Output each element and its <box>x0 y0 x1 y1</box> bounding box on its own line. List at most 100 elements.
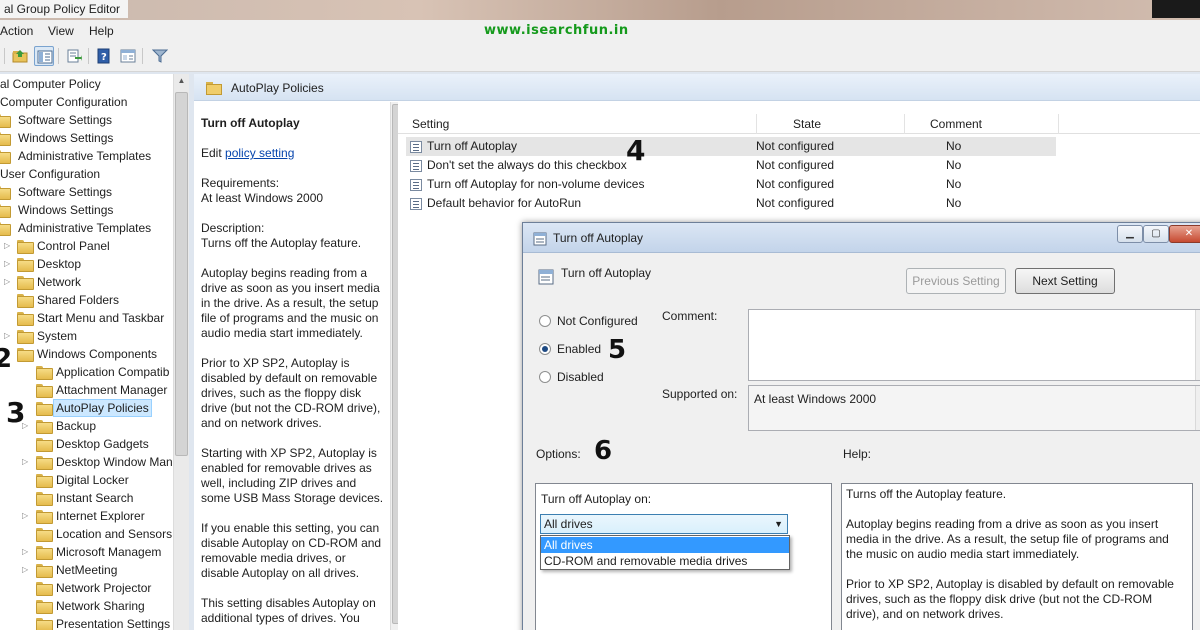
folder-icon <box>36 510 53 524</box>
folder-icon <box>36 456 53 470</box>
toolbar-separator <box>88 48 89 64</box>
chevron-down-icon[interactable]: ▼ <box>774 515 783 533</box>
table-row[interactable]: Default behavior for AutoRun Not configu… <box>406 194 1056 213</box>
radio-button[interactable] <box>539 343 551 355</box>
policy-setting-icon <box>410 198 422 210</box>
dialog-title-bar[interactable]: Turn off Autoplay ▁ ▢ ✕ <box>523 223 1200 253</box>
requirements: Requirements: At least Windows 2000 <box>201 176 324 205</box>
folder-icon <box>36 420 53 434</box>
expand-arrow-icon[interactable]: ▷ <box>4 255 14 273</box>
policy-dialog: Turn off Autoplay ▁ ▢ ✕ Turn off Autopla… <box>522 222 1200 630</box>
policy-setting-icon <box>410 179 422 191</box>
drive-select-value: All drives <box>544 517 593 531</box>
help-paragraph: Prior to XP SP2, Autoplay is disabled by… <box>846 577 1174 621</box>
column-divider[interactable] <box>904 114 905 134</box>
scroll-up-icon[interactable]: ▲ <box>174 74 189 88</box>
options-label: Options: <box>536 447 581 461</box>
folder-icon <box>0 186 11 200</box>
dropdown-option[interactable]: All drives <box>541 537 789 553</box>
filter-button[interactable] <box>150 46 170 66</box>
window-title-bar: al Group Policy Editor <box>0 0 1200 20</box>
column-divider[interactable] <box>756 114 757 134</box>
export-list-button[interactable] <box>64 46 84 66</box>
comment-scrollbar[interactable]: ▲▼ <box>1195 310 1200 380</box>
minimize-button[interactable]: ▁ <box>1117 225 1143 243</box>
edit-line: Edit policy setting <box>201 146 295 160</box>
column-state[interactable]: State <box>793 117 821 131</box>
column-divider[interactable] <box>1058 114 1059 134</box>
description-paragraph: If you enable this setting, you can disa… <box>201 521 382 580</box>
previous-setting-button[interactable]: Previous Setting <box>906 268 1006 294</box>
dropdown-option[interactable]: CD-ROM and removable media drives <box>541 553 789 569</box>
supported-on-value: At least Windows 2000 <box>754 392 877 406</box>
folder-icon <box>0 204 11 218</box>
website-watermark: www.isearchfun.in <box>484 23 629 38</box>
properties-button[interactable] <box>118 46 138 66</box>
description-paragraph: Starting with XP SP2, Autoplay is enable… <box>201 446 384 505</box>
scroll-up-icon[interactable]: ▲ <box>1196 392 1200 399</box>
expand-arrow-icon[interactable]: ▷ <box>4 237 14 255</box>
show-hide-tree-button[interactable] <box>34 46 54 66</box>
filter-icon <box>152 49 168 63</box>
drive-select[interactable]: All drives ▼ <box>540 514 788 534</box>
navigation-tree: al Computer Policy Computer Configuratio… <box>0 74 173 630</box>
folder-icon <box>36 528 53 542</box>
dialog-heading: Turn off Autoplay <box>561 266 652 280</box>
dialog-title: Turn off Autoplay <box>553 231 644 245</box>
comment-field[interactable]: ▲▼ <box>748 309 1200 381</box>
expand-arrow-icon[interactable]: ▷ <box>22 507 32 525</box>
help-icon: ? <box>97 48 110 64</box>
scrollbar-thumb[interactable] <box>175 92 188 456</box>
column-comment[interactable]: Comment <box>930 117 982 131</box>
close-button[interactable]: ✕ <box>1169 225 1200 243</box>
menu-action[interactable]: Action <box>0 24 33 38</box>
folder-icon <box>17 240 34 254</box>
policy-setting-icon <box>410 160 422 172</box>
table-row[interactable]: Don't set the always do this checkbox No… <box>406 156 1056 175</box>
toolbar-separator <box>142 48 143 64</box>
policy-setting-icon <box>533 232 547 246</box>
radio-button[interactable] <box>539 371 551 383</box>
folder-icon <box>17 312 34 326</box>
help-text-panel: Turns off the Autoplay feature. Autoplay… <box>841 483 1193 630</box>
policy-setting-link[interactable]: policy setting <box>225 146 294 160</box>
folder-icon <box>17 276 34 290</box>
details-header: AutoPlay Policies <box>194 74 1200 101</box>
show-hide-tree-icon <box>37 50 53 64</box>
radio-button[interactable] <box>539 315 551 327</box>
menu-view[interactable]: View <box>48 24 74 38</box>
folder-icon <box>0 222 11 236</box>
table-row[interactable]: Turn off Autoplay Not configured No <box>406 137 1056 156</box>
policy-setting-icon <box>538 269 554 285</box>
next-setting-button[interactable]: Next Setting <box>1015 268 1115 294</box>
folder-icon <box>17 258 34 272</box>
details-title: AutoPlay Policies <box>231 81 324 95</box>
folder-icon <box>36 384 53 398</box>
maximize-button[interactable]: ▢ <box>1143 225 1169 243</box>
description-paragraph: This setting disables Autoplay on additi… <box>201 596 376 625</box>
folder-icon <box>17 348 34 362</box>
table-row[interactable]: Turn off Autoplay for non-volume devices… <box>406 175 1056 194</box>
tree-scrollbar[interactable]: ▲ <box>173 74 189 630</box>
expand-arrow-icon[interactable]: ▷ <box>22 543 32 561</box>
expand-arrow-icon[interactable]: ▷ <box>4 273 14 291</box>
folder-icon <box>17 330 34 344</box>
folder-icon <box>36 492 53 506</box>
scroll-down-icon[interactable]: ▼ <box>1196 367 1200 374</box>
expand-arrow-icon[interactable]: ▷ <box>22 453 32 471</box>
supported-scrollbar[interactable]: ▲ <box>1195 386 1200 430</box>
toolbar-separator <box>4 48 5 64</box>
column-setting[interactable]: Setting <box>412 117 449 131</box>
help-label: Help: <box>843 447 872 461</box>
help-button[interactable]: ? <box>94 46 114 66</box>
menu-help[interactable]: Help <box>89 24 114 38</box>
up-folder-button[interactable] <box>10 46 30 66</box>
comment-label: Comment: <box>662 309 718 323</box>
description-paragraph: Prior to XP SP2, Autoplay is disabled by… <box>201 356 381 430</box>
toolbar-separator <box>58 48 59 64</box>
expand-arrow-icon[interactable]: ▷ <box>4 327 14 345</box>
expand-arrow-icon[interactable]: ▷ <box>22 561 32 579</box>
minimize-icon: ▁ <box>1126 228 1134 239</box>
scroll-up-icon[interactable]: ▲ <box>1196 316 1200 323</box>
description-paragraph: Autoplay begins reading from a drive as … <box>201 266 380 340</box>
